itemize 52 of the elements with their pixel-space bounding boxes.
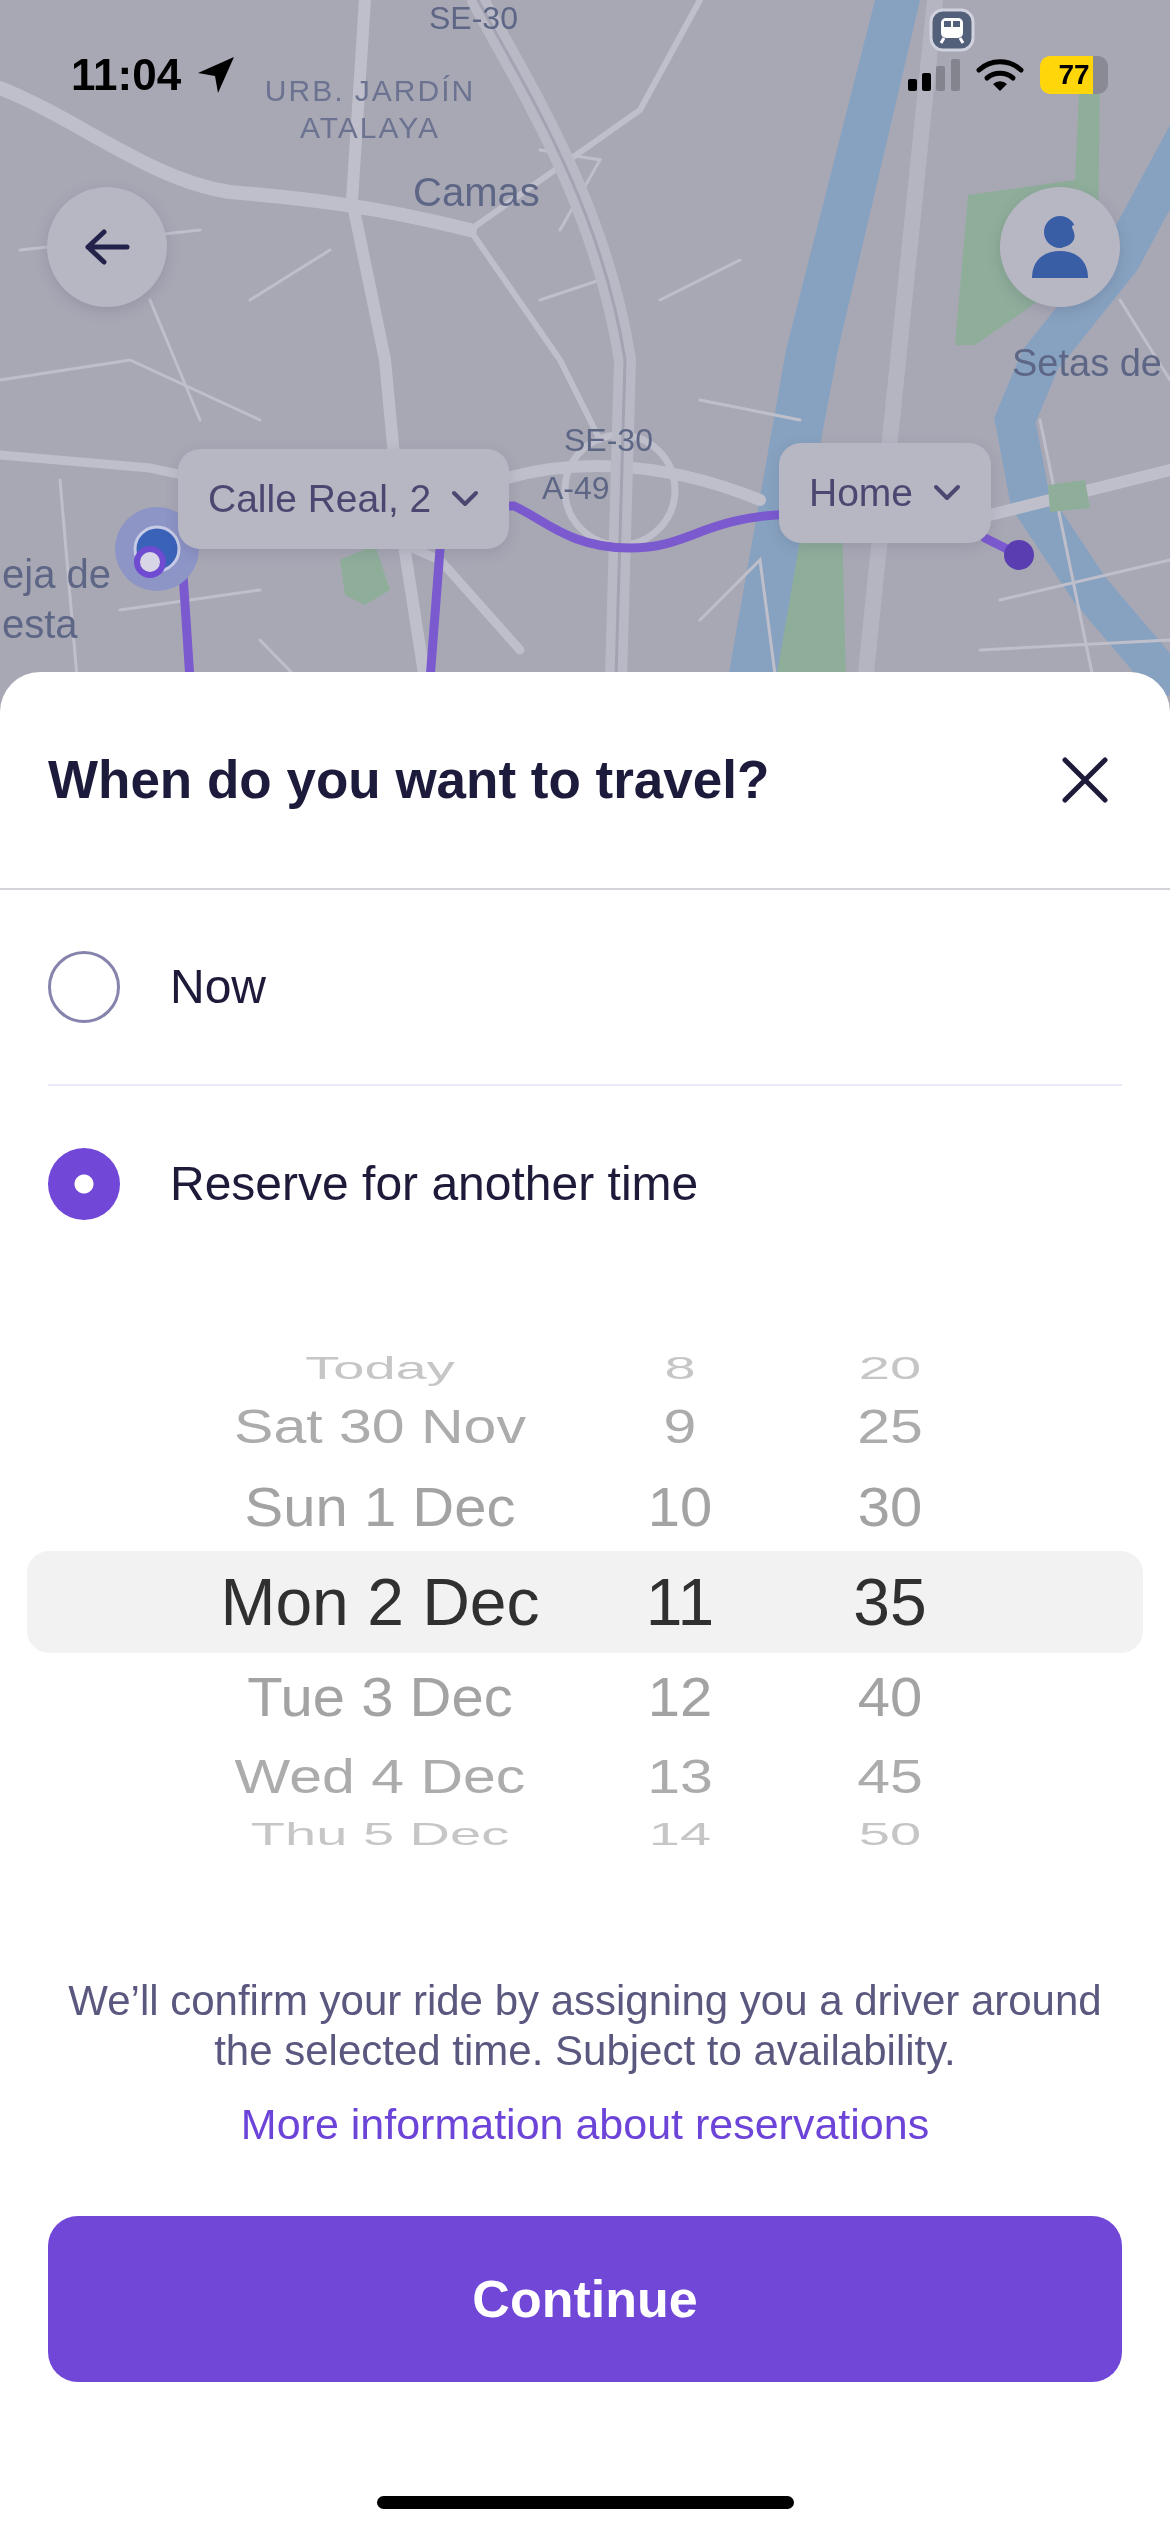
picker-item[interactable]: Sat 30 Nov [234, 1403, 526, 1451]
continue-button[interactable]: Continue [48, 2216, 1122, 2382]
map-label: URB. JARDÍN ATALAYA [263, 73, 477, 146]
picker-item[interactable]: Today [305, 1353, 455, 1385]
sheet-title: When do you want to travel? [48, 749, 770, 812]
picker-item[interactable]: 25 [857, 1403, 923, 1451]
picker-item[interactable]: 9 [663, 1403, 697, 1451]
status-time: 11:04 [71, 50, 182, 100]
map-label: SE-30 [564, 424, 653, 456]
map-label: esta [2, 604, 78, 644]
option-label[interactable]: Now [170, 958, 267, 1016]
wifi-icon [976, 58, 1024, 92]
location-arrow-icon [197, 56, 236, 94]
train-icon [929, 8, 975, 52]
picker-item[interactable]: 8 [664, 1353, 696, 1385]
reservation-note: We’ll confirm your ride by assigning you a driver around the selected time. Subject to availability. [67, 1976, 1103, 2076]
picker-item[interactable]: Sun 1 Dec [244, 1479, 516, 1535]
picker-item[interactable]: 45 [857, 1753, 923, 1801]
map-label: eja de [2, 554, 111, 594]
picker-item[interactable]: 10 [647, 1479, 713, 1535]
location-pill[interactable]: Home [779, 443, 992, 543]
destination-marker-icon [1004, 540, 1034, 570]
chevron-down-icon [451, 490, 480, 508]
picker-item[interactable]: 11 [645, 1569, 715, 1635]
picker-item[interactable]: 14 [648, 1819, 712, 1851]
picker-item[interactable]: 30 [857, 1479, 923, 1535]
map-label: SE-30 [429, 2, 518, 34]
location-pill[interactable]: Calle Real, 2 [178, 449, 510, 549]
close-icon [1062, 757, 1108, 803]
close-button[interactable] [1062, 757, 1108, 803]
picker-item[interactable]: 12 [647, 1669, 713, 1725]
picker-item[interactable]: 13 [647, 1753, 713, 1801]
picker-item[interactable]: Mon 2 Dec [220, 1569, 540, 1635]
map-label: Setas de [1012, 344, 1162, 382]
picker-item[interactable]: Wed 4 Dec [234, 1753, 526, 1801]
battery-indicator: 77 [1040, 56, 1108, 94]
chevron-down-icon [933, 484, 962, 502]
picker-item[interactable]: 50 [858, 1819, 922, 1851]
picker-item[interactable]: 20 [858, 1353, 922, 1385]
map-label: Camas [413, 172, 540, 212]
option-label[interactable]: Reserve for another time [170, 1155, 699, 1213]
picker-item[interactable]: Tue 3 Dec [247, 1669, 513, 1725]
arrow-left-icon [84, 229, 130, 265]
picker-item[interactable]: Thu 5 Dec [250, 1819, 510, 1851]
picker-item[interactable]: 40 [857, 1669, 923, 1725]
reservations-info-link[interactable]: More information about reservations [240, 2099, 930, 2149]
picker-item[interactable]: 35 [853, 1569, 927, 1635]
origin-marker-icon [134, 546, 166, 578]
signal-icon [908, 59, 960, 91]
person-icon [1031, 215, 1089, 279]
map-label: A-49 [542, 472, 610, 504]
park-area [1048, 480, 1090, 512]
